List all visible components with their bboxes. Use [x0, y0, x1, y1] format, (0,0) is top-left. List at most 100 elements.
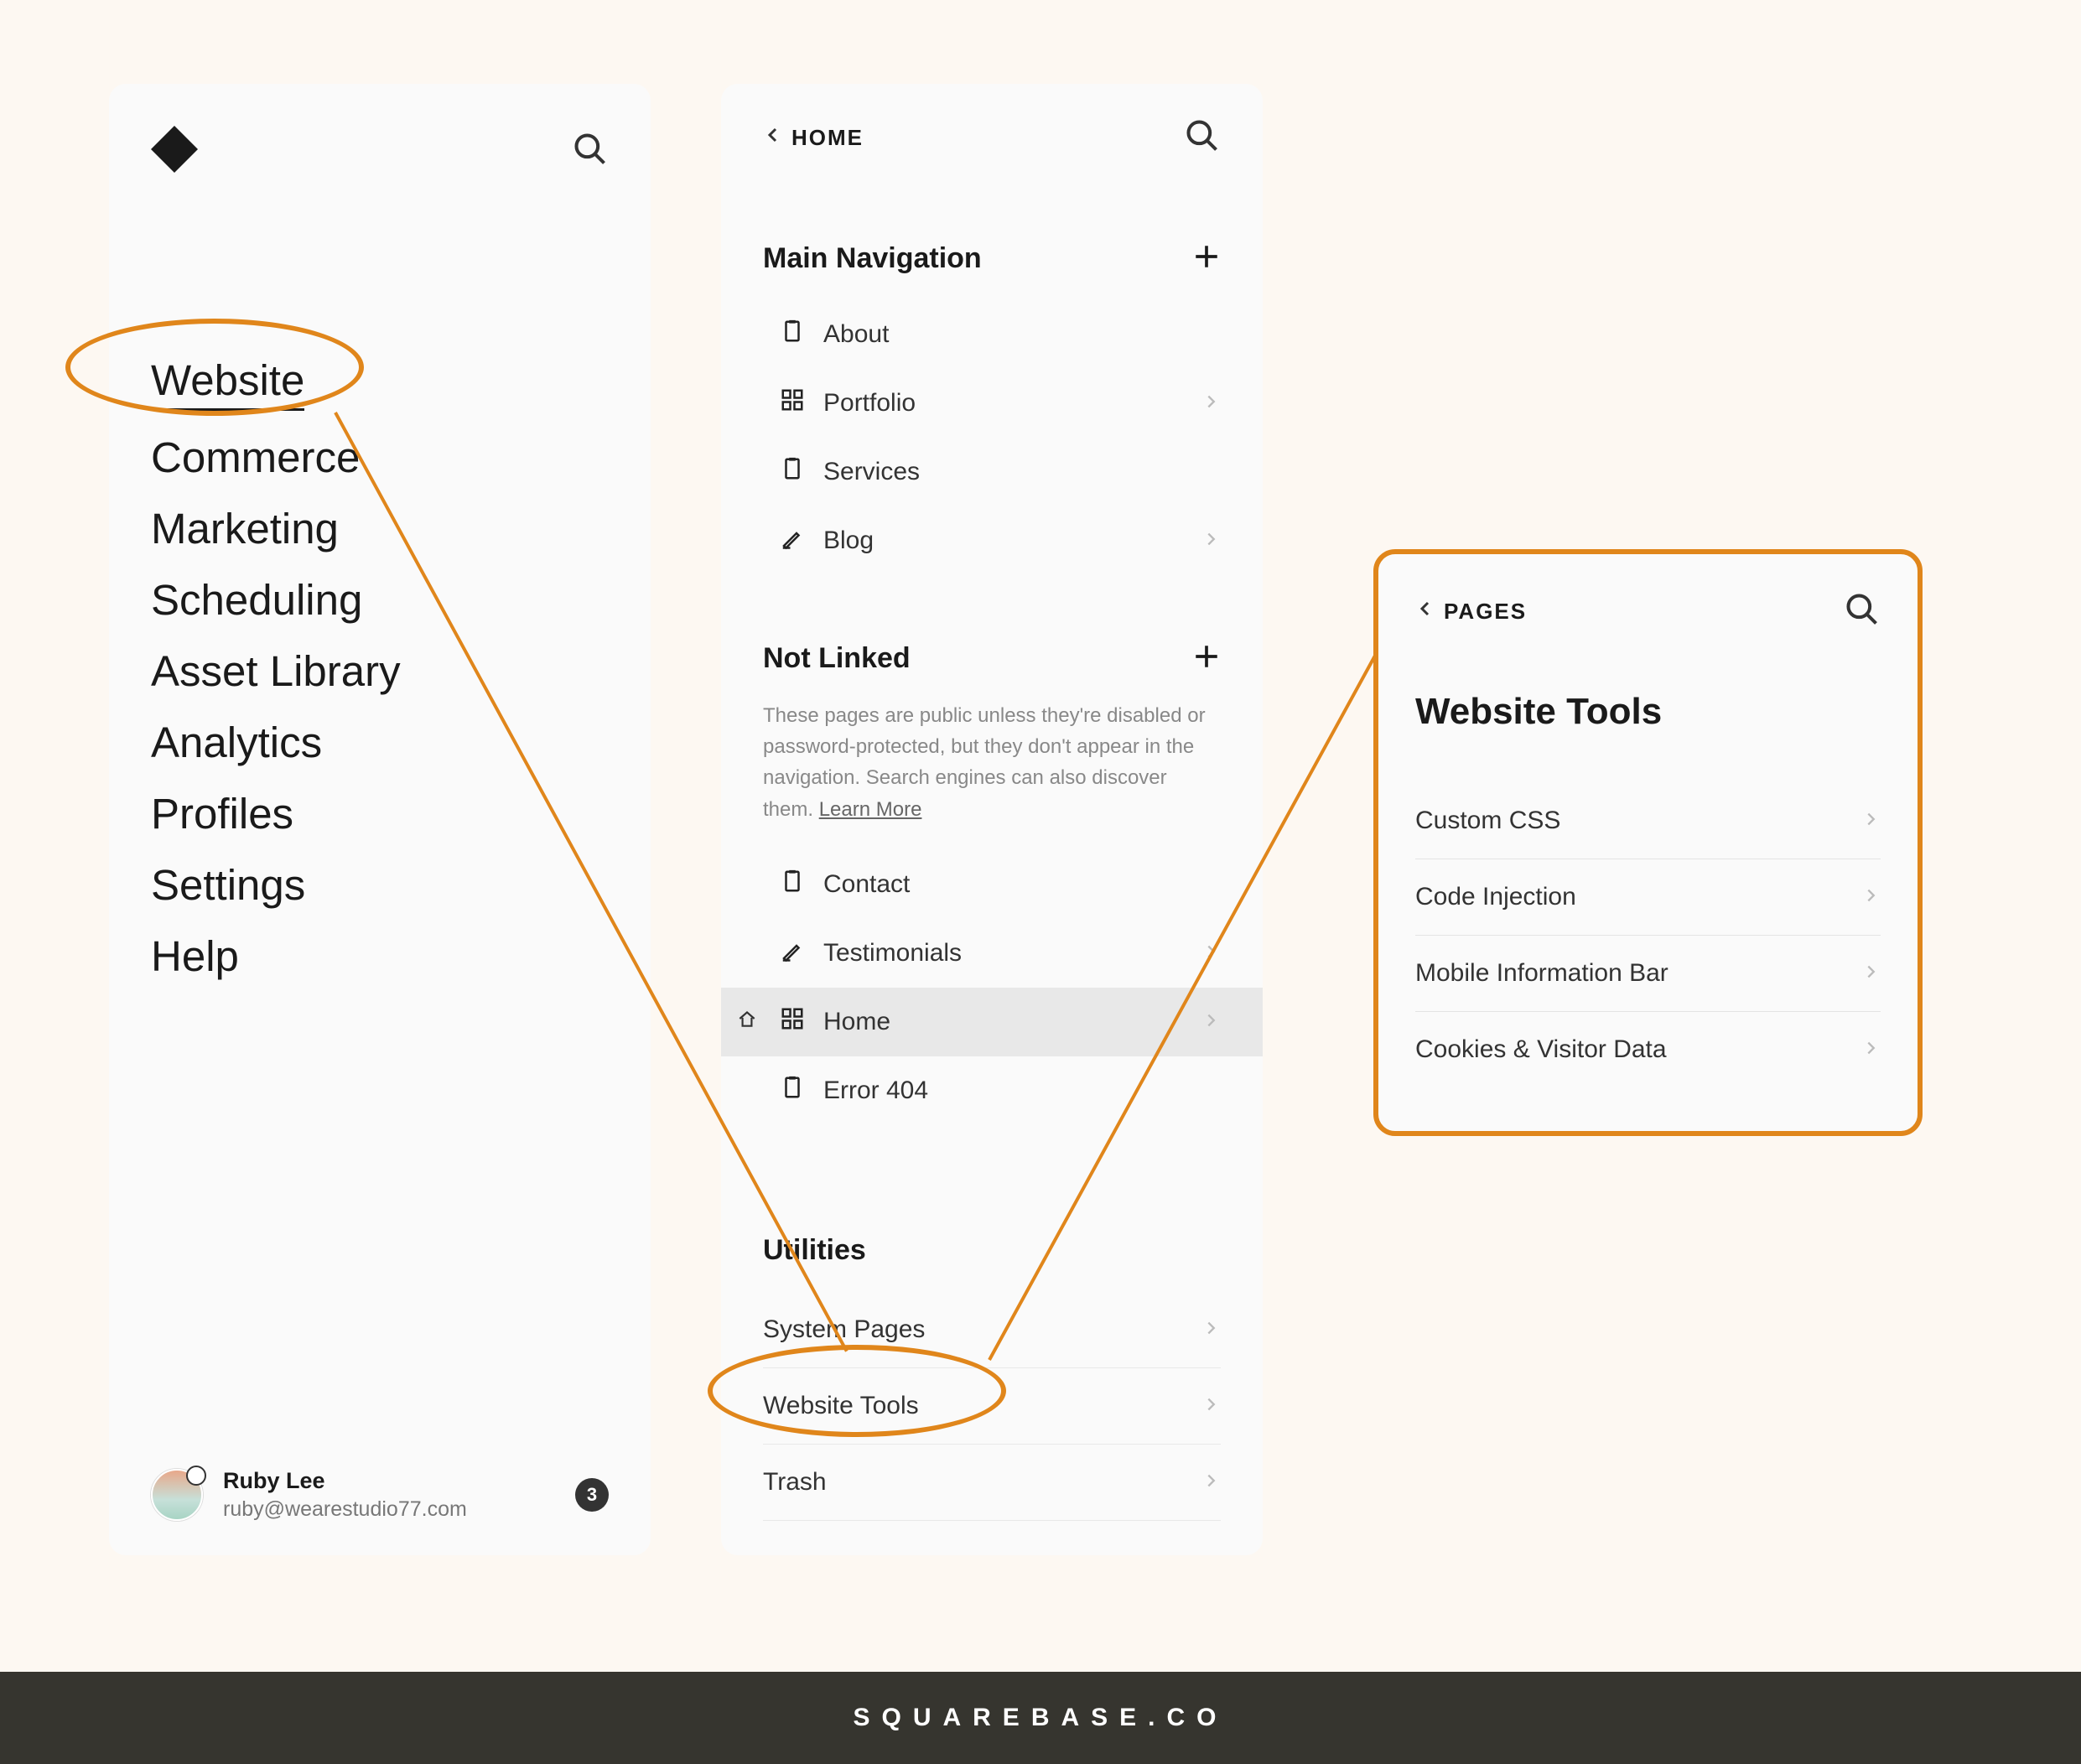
utilities-section: Utilities System Pages Website Tools Trash	[721, 1234, 1263, 1521]
back-home-link[interactable]: HOME	[763, 125, 864, 151]
grid-icon	[780, 1006, 805, 1038]
sidebar-item-analytics[interactable]: Analytics	[151, 707, 609, 778]
pages-header: HOME	[721, 117, 1263, 158]
user-info: Ruby Lee ruby@wearestudio77.com	[223, 1468, 555, 1522]
logo-icon	[151, 126, 198, 177]
sidebar-item-website[interactable]: Website	[151, 345, 609, 422]
not-linked-description: These pages are public unless they're di…	[721, 700, 1263, 825]
utility-item-website-tools[interactable]: Website Tools	[763, 1368, 1221, 1445]
page-item-portfolio[interactable]: Portfolio	[721, 369, 1263, 438]
back-label: PAGES	[1444, 599, 1527, 625]
page-item-testimonials[interactable]: Testimonials	[721, 919, 1263, 988]
sidebar-item-settings[interactable]: Settings	[151, 849, 609, 921]
page-not-linked: Contact Testimonials Home Error 404	[721, 850, 1263, 1125]
section-title: Main Navigation	[763, 242, 982, 275]
chevron-right-icon	[1202, 1315, 1221, 1344]
sidebar-item-label: Help	[151, 932, 239, 980]
sidebar-item-label: Commerce	[151, 433, 360, 481]
sidebar-item-label: Analytics	[151, 719, 322, 766]
page-item-label: Testimonials	[823, 939, 962, 968]
grid-icon	[780, 387, 805, 419]
chevron-right-icon	[1862, 883, 1881, 911]
sidebar-item-label: Settings	[151, 861, 305, 909]
tools-header: PAGES	[1415, 591, 1881, 632]
section-title: Not Linked	[763, 642, 911, 675]
utility-item-label: System Pages	[763, 1315, 925, 1344]
page-item-contact[interactable]: Contact	[721, 850, 1263, 919]
back-pages-link[interactable]: PAGES	[1415, 599, 1527, 625]
learn-more-link[interactable]: Learn More	[819, 798, 922, 821]
pages-sidebar: HOME Main Navigation About Portfolio Servi…	[721, 84, 1263, 1555]
page-icon	[780, 456, 805, 488]
section-title: Utilities	[763, 1234, 866, 1267]
brush-icon	[780, 937, 805, 969]
main-sidebar: Website Commerce Marketing Scheduling Asset …	[109, 84, 651, 1555]
page-item-label: Contact	[823, 870, 910, 899]
add-page-button[interactable]	[1192, 642, 1221, 675]
page-item-label: Error 404	[823, 1077, 928, 1105]
chevron-right-icon	[1202, 389, 1221, 418]
add-page-button[interactable]	[1192, 242, 1221, 275]
chevron-right-icon	[1202, 527, 1221, 555]
website-tools-panel: PAGES Website Tools Custom CSS Code Injec…	[1373, 549, 1923, 1136]
tool-item-label: Cookies & Visitor Data	[1415, 1035, 1667, 1064]
chevron-right-icon	[1202, 1392, 1221, 1420]
sidebar-header	[151, 126, 609, 177]
page-item-label: Home	[823, 1008, 890, 1036]
brush-icon	[780, 525, 805, 557]
main-nav-section-header: Main Navigation	[721, 242, 1263, 275]
tools-heading: Website Tools	[1415, 691, 1881, 733]
back-label: HOME	[791, 125, 864, 151]
page-item-services[interactable]: Services	[721, 438, 1263, 506]
utility-item-trash[interactable]: Trash	[763, 1445, 1221, 1521]
chevron-right-icon	[1862, 1035, 1881, 1064]
sidebar-item-scheduling[interactable]: Scheduling	[151, 564, 609, 636]
tool-item-label: Custom CSS	[1415, 807, 1560, 835]
page-item-blog[interactable]: Blog	[721, 506, 1263, 575]
sidebar-item-marketing[interactable]: Marketing	[151, 493, 609, 564]
search-button[interactable]	[1184, 117, 1221, 158]
utility-item-label: Trash	[763, 1468, 827, 1497]
page-item-about[interactable]: About	[721, 300, 1263, 369]
chevron-right-icon	[1202, 1468, 1221, 1497]
tool-item-mobile-information-bar[interactable]: Mobile Information Bar	[1415, 936, 1881, 1012]
chevron-left-icon	[763, 125, 783, 151]
user-email: ruby@wearestudio77.com	[223, 1497, 555, 1522]
chevron-right-icon	[1202, 939, 1221, 968]
tool-item-cookies-visitor-data[interactable]: Cookies & Visitor Data	[1415, 1012, 1881, 1087]
chevron-left-icon	[1415, 599, 1435, 625]
tools-list: Custom CSS Code Injection Mobile Informati…	[1415, 783, 1881, 1087]
sidebar-item-label: Asset Library	[151, 647, 401, 695]
notification-badge[interactable]: 3	[575, 1478, 609, 1512]
utility-item-label: Website Tools	[763, 1392, 919, 1420]
page-icon	[780, 1075, 805, 1107]
sidebar-item-label: Website	[151, 355, 304, 411]
home-icon	[736, 1008, 758, 1036]
user-footer[interactable]: Ruby Lee ruby@wearestudio77.com 3	[151, 1468, 609, 1522]
tool-item-label: Mobile Information Bar	[1415, 959, 1668, 988]
sidebar-item-help[interactable]: Help	[151, 921, 609, 992]
sidebar-item-label: Profiles	[151, 790, 293, 838]
user-name: Ruby Lee	[223, 1468, 555, 1494]
tool-item-code-injection[interactable]: Code Injection	[1415, 859, 1881, 936]
tool-item-custom-css[interactable]: Custom CSS	[1415, 783, 1881, 859]
sidebar-item-profiles[interactable]: Profiles	[151, 778, 609, 849]
page-item-error-404[interactable]: Error 404	[721, 1056, 1263, 1125]
page-item-home[interactable]: Home	[721, 988, 1263, 1056]
page-item-label: Blog	[823, 527, 874, 555]
utilities-list: System Pages Website Tools Trash	[721, 1292, 1263, 1521]
chevron-right-icon	[1862, 959, 1881, 988]
page-main-nav: About Portfolio Services Blog	[721, 300, 1263, 575]
utility-item-system-pages[interactable]: System Pages	[763, 1292, 1221, 1368]
sidebar-item-label: Scheduling	[151, 576, 362, 624]
page-item-label: About	[823, 320, 889, 349]
sidebar-item-asset-library[interactable]: Asset Library	[151, 636, 609, 707]
page-item-label: Portfolio	[823, 389, 916, 418]
tool-item-label: Code Injection	[1415, 883, 1576, 911]
avatar	[151, 1469, 203, 1521]
main-nav-list: Website Commerce Marketing Scheduling Asset …	[151, 345, 609, 992]
search-button[interactable]	[1844, 591, 1881, 632]
sidebar-item-commerce[interactable]: Commerce	[151, 422, 609, 493]
search-button[interactable]	[572, 131, 609, 172]
sidebar-item-label: Marketing	[151, 505, 339, 553]
